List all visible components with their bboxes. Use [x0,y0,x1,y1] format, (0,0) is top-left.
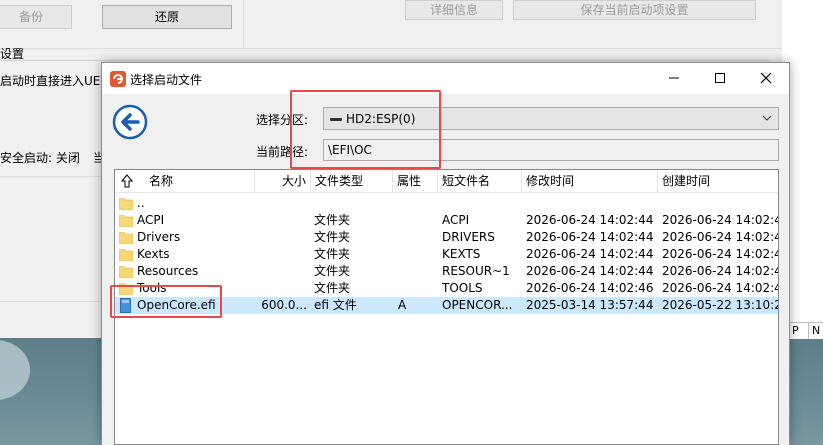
cell-modified: 2025-03-14 13:57:44 [526,298,654,312]
divider [0,48,782,49]
column-size[interactable]: 大小 [255,170,311,192]
dialog-body: 选择分区: HD2:ESP(0) 当前路径: \EFI\OC 名称 大小 文件类… [102,94,789,445]
cell-size [255,280,307,297]
maximize-icon [715,73,725,83]
column-modified[interactable]: 修改时间 [522,170,658,192]
column-name[interactable]: 名称 [115,170,255,192]
cell-short: OPENCOR... [442,298,513,312]
chevron-down-icon [762,115,772,121]
table-row[interactable]: Resources 文件夹 RESOUR~1 2026-06-24 14:02:44 2… [115,263,778,280]
close-icon [760,72,772,84]
cell-short: TOOLS [442,281,483,295]
table-row[interactable]: Drivers 文件夹 DRIVERS 2026-06-24 14:02:44 2026… [115,229,778,246]
cell-name: Kexts [137,247,170,261]
cell-short [442,195,522,212]
cell-modified: 2026-06-24 14:02:44 [526,213,654,227]
dialog-title: 选择启动文件 [130,73,203,87]
cell-type: efi 文件 [314,298,357,312]
background-status-area: P N [790,322,823,339]
cell-short: DRIVERS [442,230,495,244]
cell-created: 2026-06-24 14:02:46 [662,281,779,295]
cell-attr [398,246,436,263]
table-row[interactable]: ACPI 文件夹 ACPI 2026-06-24 14:02:44 2026-06-24… [115,212,778,229]
close-button[interactable] [743,63,789,94]
cell-modified: 2026-06-24 14:02:44 [526,230,654,244]
cell-created: 2026-06-24 14:02:44 [662,247,779,261]
folder-icon [119,198,133,210]
table-row[interactable]: .. [115,195,778,212]
cell-type: 文件夹 [314,247,351,261]
select-boot-file-dialog: 选择启动文件 选择分区: HD2:ESP(0) 当前路径: \EFI\OC 名称… [101,62,790,445]
divider [0,176,101,177]
details-button[interactable]: 详细信息 [405,0,503,20]
folder-icon [119,232,133,244]
cell-created: 2026-06-24 14:02:44 [662,230,779,244]
cell-created [662,195,778,212]
cell-size [255,212,307,229]
divider [243,0,244,48]
column-attr[interactable]: 属性 [393,170,438,192]
cell-short: ACPI [442,213,470,227]
cell-short: RESOUR~1 [442,264,510,278]
cell-type: 文件夹 [314,281,351,295]
maximize-button[interactable] [697,63,743,94]
column-created[interactable]: 创建时间 [658,170,778,192]
table-row[interactable]: Kexts 文件夹 KEXTS 2026-06-24 14:02:44 2026-06-… [115,246,778,263]
uefi-option-text: 启动时直接进入UEF [0,74,108,88]
cell-size [255,229,307,246]
cell-attr [398,280,436,297]
back-arrow-icon[interactable] [112,104,148,140]
cell-name: ACPI [137,213,165,227]
cell-type [314,195,392,212]
column-short-name[interactable]: 短文件名 [438,170,522,192]
cell-modified: 2026-06-24 14:02:46 [526,281,654,295]
cell-size: 600.0... [261,298,307,312]
cell-name: Drivers [137,230,181,244]
cell-attr [398,263,436,280]
cell-name: Resources [137,264,199,278]
cell-type: 文件夹 [314,230,351,244]
divider [0,301,101,302]
cell-size [255,195,307,212]
cell-modified: 2026-06-24 14:02:44 [526,264,654,278]
save-boot-settings-button[interactable]: 保存当前启动项设置 [513,0,756,20]
file-list-header: 名称 大小 文件类型 属性 短文件名 修改时间 创建时间 [115,170,778,193]
highlight-partition-box [290,90,441,169]
folder-icon [119,215,133,227]
highlight-opencore-box [110,285,222,318]
cell-modified [526,195,658,212]
up-arrow-icon[interactable] [121,174,133,188]
restore-button[interactable]: 还原 [102,5,232,29]
cell-created: 2026-06-24 14:02:45 [662,264,779,278]
divider [0,60,770,61]
minimize-button[interactable] [651,63,697,94]
column-type[interactable]: 文件类型 [311,170,393,192]
dialog-titlebar[interactable]: 选择启动文件 [102,63,789,94]
cell-size [255,263,307,280]
cell-attr: A [398,298,407,312]
cell-short: KEXTS [442,247,481,261]
cell-attr [398,212,436,229]
cell-size [255,246,307,263]
cell-created: 2026-06-24 14:02:44 [662,213,779,227]
folder-icon [119,249,133,261]
backup-button[interactable]: 备份 [0,5,72,29]
cell-attr [398,195,436,212]
cell-type: 文件夹 [314,264,351,278]
folder-icon [119,266,133,278]
secure-boot-status: 安全启动: 关闭 [0,151,80,165]
cell-created: 2026-05-22 13:10:25 [662,298,779,312]
minimize-icon [669,77,679,79]
cell-attr [398,229,436,246]
cell-name: .. [137,196,145,210]
app-logo-icon [110,71,126,87]
cell-type: 文件夹 [314,213,351,227]
cell-modified: 2026-06-24 14:02:44 [526,247,654,261]
